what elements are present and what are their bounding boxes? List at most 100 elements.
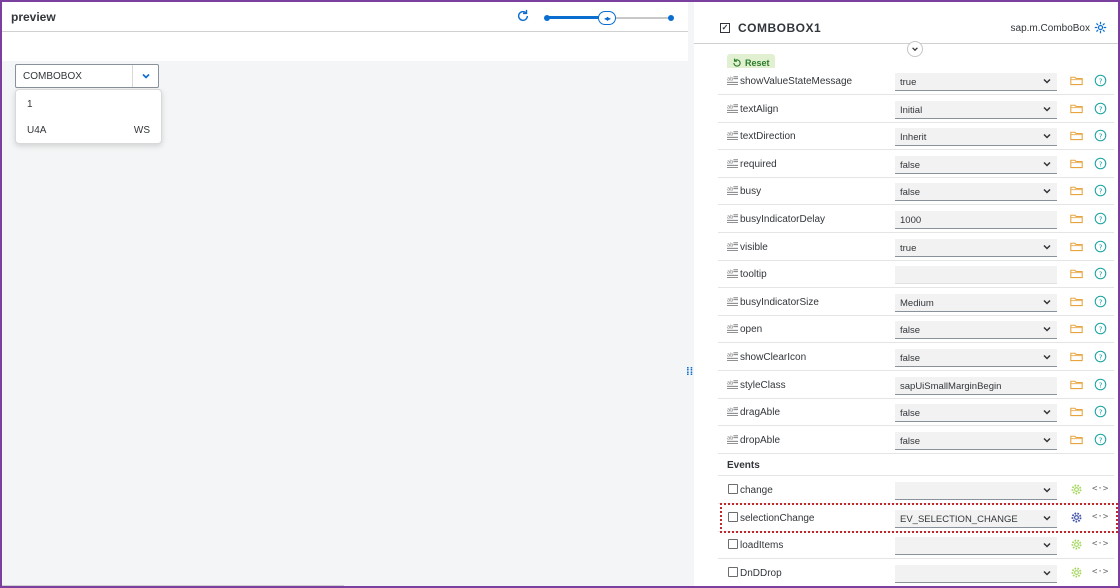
dropdown-arrow[interactable] (1042, 352, 1052, 362)
folder-icon[interactable] (1070, 212, 1083, 225)
dropdown-arrow[interactable] (1042, 540, 1052, 550)
property-type-icon: ab (727, 158, 738, 169)
event-gear-icon[interactable] (1070, 566, 1083, 579)
property-value-select[interactable]: false (895, 321, 1057, 340)
property-value-select[interactable]: false (895, 183, 1057, 202)
event-checkbox[interactable] (728, 566, 738, 577)
property-value-input[interactable]: sapUiSmallMarginBegin (895, 376, 1057, 395)
refresh-icon[interactable] (516, 9, 532, 25)
help-icon[interactable]: ? (1094, 212, 1107, 225)
help-icon[interactable]: ? (1094, 74, 1107, 87)
event-handler-select[interactable] (895, 482, 1057, 500)
chevron-down-icon (1043, 299, 1051, 305)
dropdown-arrow[interactable] (1042, 485, 1052, 495)
help-icon[interactable]: ? (1094, 405, 1107, 418)
folder-icon[interactable] (1070, 267, 1083, 280)
property-value-select[interactable]: Initial (895, 100, 1057, 119)
property-value-select[interactable]: Medium (895, 293, 1057, 312)
folder-icon[interactable] (1070, 405, 1083, 418)
folder-icon[interactable] (1070, 240, 1083, 253)
event-checkbox[interactable] (728, 539, 738, 550)
svg-text:ab: ab (727, 187, 733, 193)
combobox-control[interactable]: COMBOBOX (15, 64, 159, 88)
folder-icon[interactable] (1070, 157, 1083, 170)
dropdown-arrow[interactable] (1042, 435, 1052, 445)
property-value-select[interactable]: true (895, 238, 1057, 257)
code-icon[interactable]: <·> (1092, 539, 1108, 549)
help-icon[interactable]: ? (1094, 322, 1107, 335)
combobox-item[interactable]: 1 (27, 99, 33, 110)
chevron-down-icon (1043, 106, 1051, 112)
selection-change-highlight (720, 503, 1118, 533)
folder-icon[interactable] (1070, 129, 1083, 142)
object-checkbox[interactable]: ✓ (720, 23, 730, 33)
property-value-select[interactable]: true (895, 73, 1057, 91)
help-icon[interactable]: ? (1094, 157, 1107, 170)
code-icon[interactable]: <·> (1092, 484, 1108, 494)
collapse-button[interactable] (907, 41, 923, 57)
property-value-select[interactable]: false (895, 431, 1057, 450)
folder-icon[interactable] (1070, 378, 1083, 391)
event-handler-select[interactable] (895, 537, 1057, 556)
reset-icon (733, 58, 741, 67)
property-value-input[interactable]: 1000 (895, 211, 1057, 229)
help-icon[interactable]: ? (1094, 350, 1107, 363)
help-icon[interactable]: ? (1094, 102, 1107, 115)
combobox-value: COMBOBOX (23, 71, 82, 82)
code-icon[interactable]: <·> (1092, 567, 1108, 577)
folder-icon[interactable] (1070, 433, 1083, 446)
dropdown-arrow[interactable] (1042, 324, 1052, 334)
property-name: required (740, 158, 777, 170)
event-handler-select[interactable] (895, 564, 1057, 583)
property-value-select[interactable]: false (895, 155, 1057, 174)
help-icon[interactable]: ? (1094, 433, 1107, 446)
dropdown-arrow[interactable] (1042, 131, 1052, 141)
property-value: sapUiSmallMarginBegin (900, 380, 1002, 392)
dropdown-arrow[interactable] (1042, 104, 1052, 114)
help-icon[interactable]: ? (1094, 129, 1107, 142)
property-value: 1000 (900, 215, 922, 226)
help-icon[interactable]: ? (1094, 267, 1107, 280)
slider-handle[interactable]: ◂▸ (598, 11, 616, 25)
folder-icon[interactable] (1070, 74, 1083, 87)
settings-gear-icon[interactable] (1094, 21, 1108, 35)
help-icon[interactable]: ? (1094, 295, 1107, 308)
horizontal-scrollbar[interactable] (2, 585, 344, 586)
dropdown-arrow[interactable] (1042, 407, 1052, 417)
help-icon[interactable]: ? (1094, 378, 1107, 391)
help-icon[interactable]: ? (1094, 240, 1107, 253)
svg-text:ab: ab (727, 104, 733, 110)
svg-text:?: ? (1099, 242, 1103, 251)
zoom-slider[interactable]: ◂▸ (542, 10, 676, 26)
property-name: textAlign (740, 103, 779, 115)
dropdown-arrow[interactable] (1042, 159, 1052, 169)
property-value: false (900, 353, 921, 364)
folder-icon[interactable] (1070, 295, 1083, 308)
combobox-item[interactable]: U4A (27, 125, 46, 136)
property-value-select[interactable]: Inherit (895, 128, 1057, 147)
folder-icon[interactable] (1070, 184, 1083, 197)
dropdown-arrow[interactable] (1042, 186, 1052, 196)
folder-icon[interactable] (1070, 322, 1083, 335)
slider-end-dot (668, 15, 674, 21)
dropdown-arrow[interactable] (1042, 76, 1052, 86)
event-gear-icon[interactable] (1070, 538, 1083, 551)
property-name: busyIndicatorDelay (740, 214, 826, 225)
property-type-icon: ab (727, 213, 738, 224)
dropdown-arrow[interactable] (1042, 242, 1052, 252)
help-icon[interactable]: ? (1094, 184, 1107, 197)
dropdown-arrow[interactable] (1042, 297, 1052, 307)
chevron-down-icon (912, 47, 918, 52)
combobox-arrow-button[interactable] (132, 65, 158, 87)
property-row: ab showValueStateMessage true? (718, 68, 1114, 95)
splitter-grip-icon[interactable]: ⁞⁞ (686, 366, 693, 378)
property-type-icon: ab (727, 241, 738, 252)
folder-icon[interactable] (1070, 350, 1083, 363)
folder-icon[interactable] (1070, 102, 1083, 115)
event-checkbox[interactable] (728, 484, 738, 494)
property-value-input[interactable] (895, 266, 1057, 285)
dropdown-arrow[interactable] (1042, 568, 1052, 578)
property-value-select[interactable]: false (895, 404, 1057, 423)
property-value-select[interactable]: false (895, 349, 1057, 367)
event-gear-icon[interactable] (1070, 483, 1083, 496)
